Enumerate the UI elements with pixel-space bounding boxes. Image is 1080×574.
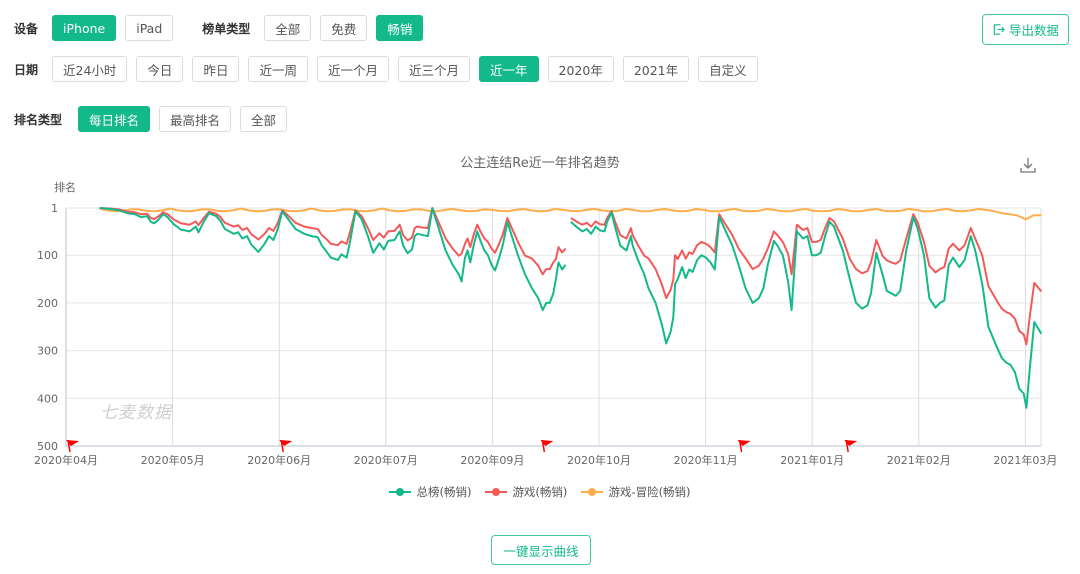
x-tick-label: 2020年11月	[674, 453, 738, 467]
series-line-game-2	[570, 209, 1043, 346]
show-all-curves-button[interactable]: 一键显示曲线	[491, 535, 591, 565]
x-tick-label: 2021年02月	[887, 453, 951, 467]
legend-marker-icon	[389, 488, 412, 496]
show-all-curves-label: 一键显示曲线	[503, 543, 579, 559]
legend-item[interactable]: 游戏(畅销)	[485, 484, 567, 500]
series-line-total-2	[570, 211, 1043, 409]
x-tick-label: 2020年07月	[354, 453, 418, 467]
x-tick-label: 2020年04月	[34, 453, 98, 467]
legend-marker-icon	[485, 488, 508, 496]
x-tick-label: 2021年03月	[993, 453, 1057, 467]
x-tick-label: 2020年09月	[460, 453, 524, 467]
legend-label: 总榜(畅销)	[416, 485, 472, 499]
legend-marker-icon	[581, 488, 604, 496]
y-tick-label: 300	[37, 345, 58, 358]
y-axis-label: 排名	[54, 180, 76, 194]
y-tick-label: 500	[37, 440, 58, 453]
watermark: 七麦数据	[100, 403, 172, 423]
chart-legend: 总榜(畅销) 游戏(畅销) 游戏-冒险(畅销)	[0, 484, 1080, 500]
y-tick-label: 1	[51, 202, 58, 215]
y-tick-label: 200	[37, 297, 58, 310]
legend-label: 游戏(畅销)	[512, 485, 568, 499]
x-tick-label: 2020年05月	[141, 453, 205, 467]
legend-label: 游戏-冒险(畅销)	[608, 485, 691, 499]
legend-item[interactable]: 游戏-冒险(畅销)	[581, 484, 691, 500]
y-tick-label: 100	[37, 249, 58, 262]
x-tick-label: 2021年01月	[780, 453, 844, 467]
series-line-total	[99, 207, 567, 312]
y-tick-label: 400	[37, 392, 58, 405]
series-line-adventure	[99, 207, 1042, 221]
x-tick-label: 2020年10月	[567, 453, 631, 467]
x-tick-label: 2020年06月	[247, 453, 311, 467]
legend-item[interactable]: 总榜(畅销)	[389, 484, 471, 500]
